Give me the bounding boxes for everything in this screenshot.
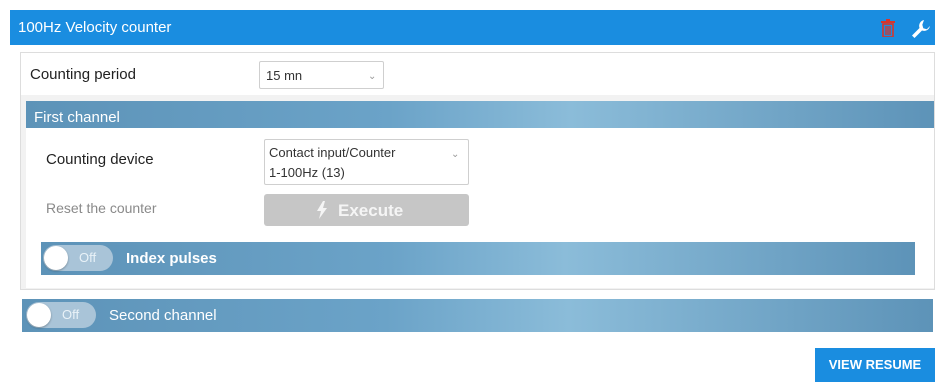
settings-panel: Counting period 15 mn ⌄ First channel Co… [20, 52, 935, 290]
chevron-down-icon: ⌄ [368, 71, 377, 82]
lightning-icon [317, 201, 327, 219]
toggle-knob [27, 303, 51, 327]
first-channel-body: Counting device Contact input/Counter 1-… [26, 128, 934, 288]
counting-period-value: 15 mn [266, 68, 303, 83]
execute-button-label: Execute [338, 201, 404, 220]
counting-period-row: Counting period 15 mn ⌄ [21, 53, 934, 95]
index-pulses-bar: Off Index pulses [41, 242, 915, 275]
wrench-icon[interactable] [910, 18, 932, 40]
counting-device-value-line1: Contact input/Counter [269, 145, 396, 160]
chevron-down-icon: ⌄ [451, 149, 460, 160]
second-channel-label: Second channel [109, 307, 217, 324]
counting-device-label: Counting device [46, 151, 154, 168]
second-channel-toggle-state: Off [62, 307, 80, 322]
view-resume-button[interactable]: VIEW RESUME [815, 348, 935, 382]
first-channel-title: First channel [34, 109, 120, 126]
trash-icon[interactable] [880, 19, 896, 37]
index-pulses-label: Index pulses [126, 250, 217, 267]
widget-title: 100Hz Velocity counter [18, 19, 172, 36]
widget-header: 100Hz Velocity counter [10, 10, 935, 45]
counting-period-select[interactable]: 15 mn ⌄ [259, 61, 384, 89]
execute-button[interactable]: Execute [264, 194, 469, 226]
index-pulses-toggle-state: Off [79, 250, 97, 265]
counting-period-label: Counting period [30, 66, 136, 83]
index-pulses-toggle[interactable]: Off [43, 245, 113, 271]
second-channel-bar: Off Second channel [22, 299, 933, 332]
counting-device-value-line2: 1-100Hz (13) [269, 165, 345, 180]
reset-counter-label: Reset the counter [46, 200, 157, 216]
toggle-knob [44, 246, 68, 270]
second-channel-toggle[interactable]: Off [26, 302, 96, 328]
counting-device-select[interactable]: Contact input/Counter 1-100Hz (13) ⌄ [264, 139, 469, 185]
